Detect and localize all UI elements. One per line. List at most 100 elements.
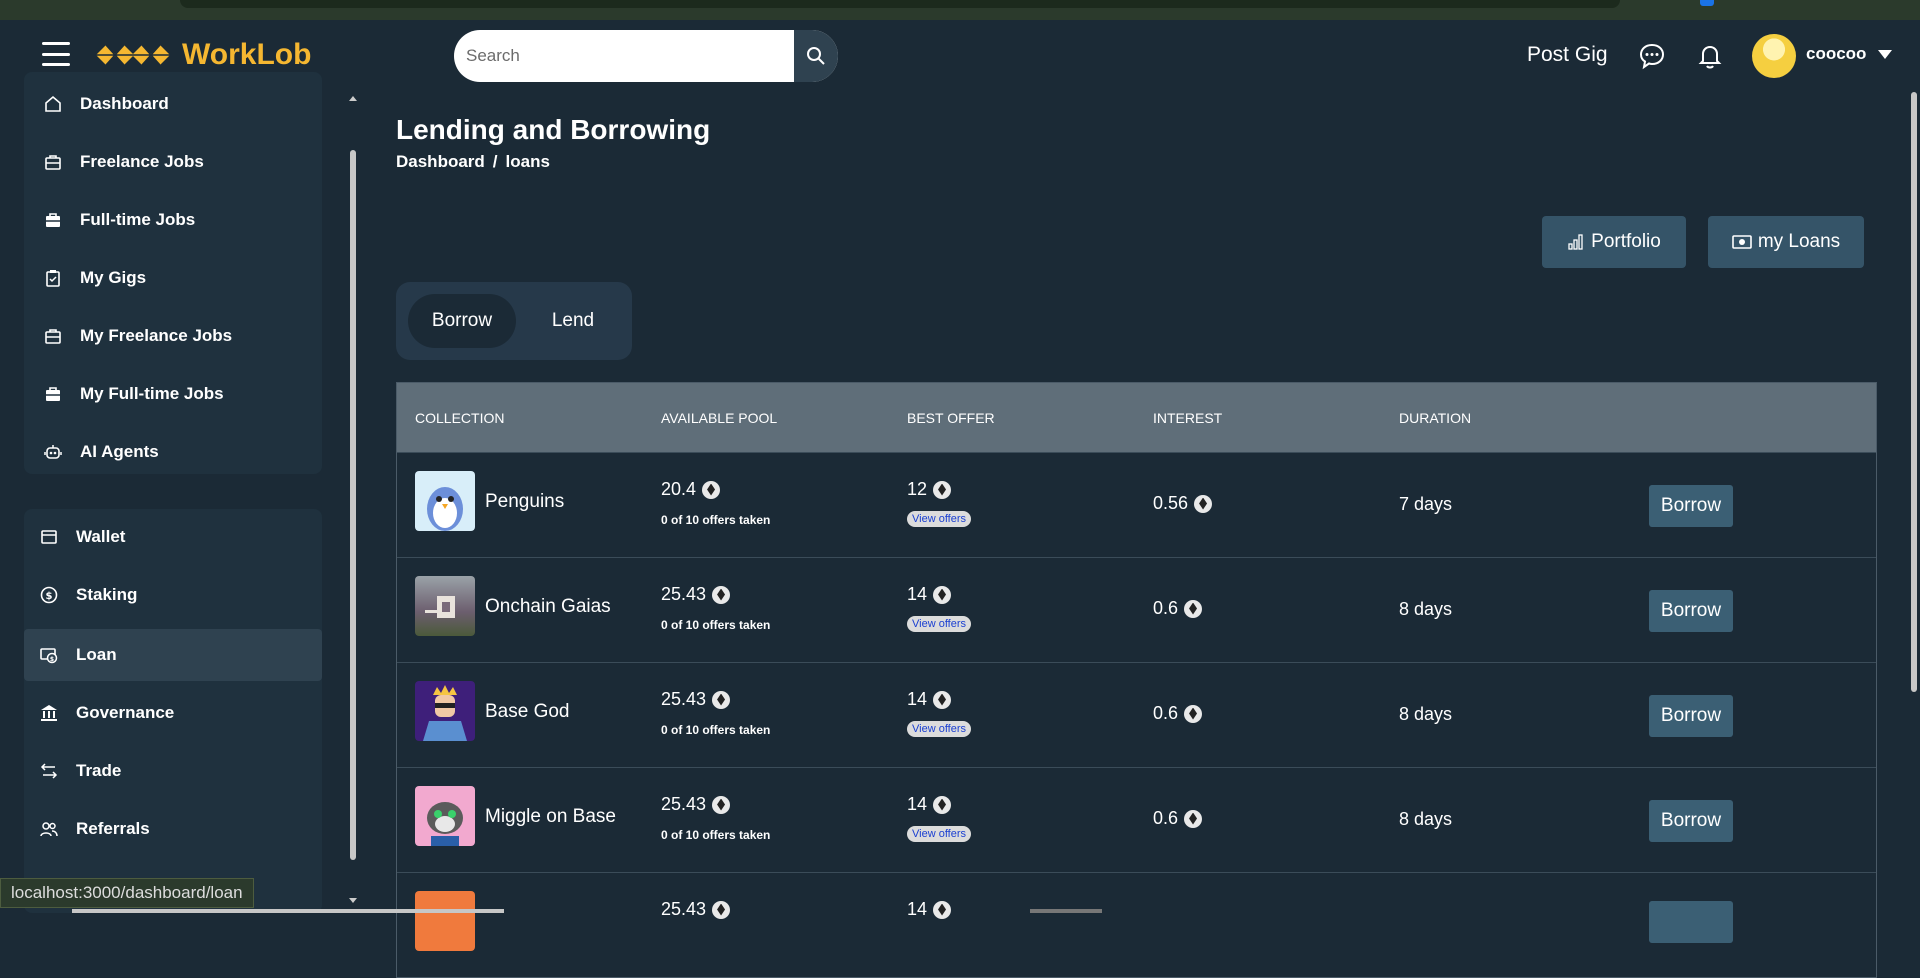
sidebar-item-wallet[interactable]: Wallet [24,513,322,561]
sidebar-item-label: My Full-time Jobs [80,384,224,403]
my-loans-button[interactable]: my Loans [1708,216,1864,268]
breadcrumb-dashboard[interactable]: Dashboard [396,152,485,171]
briefcase-icon [42,151,64,173]
portfolio-button[interactable]: Portfolio [1542,216,1686,268]
sidebar-item-my-gigs[interactable]: My Gigs [24,254,322,302]
table-row: 25.43 14 [397,872,1876,977]
offers-taken: 0 of 10 offers taken [661,513,771,527]
col-header-collection: COLLECTION [415,409,505,426]
swap-icon [38,760,60,782]
eth-icon [712,900,731,919]
chat-icon[interactable] [1638,42,1666,70]
sidebar-item-my-freelance-jobs[interactable]: My Freelance Jobs [24,312,322,360]
post-gig-link[interactable]: Post Gig [1527,43,1608,67]
sidebar-item-label: My Gigs [80,268,147,287]
sidebar-item-staking[interactable]: $ Staking [24,571,322,619]
sidebar-item-dashboard[interactable]: Dashboard [24,80,322,128]
collection-thumbnail [415,891,475,951]
breadcrumb-loans: loans [505,152,550,171]
eth-icon [1184,599,1203,618]
best-offer-value: 14 [907,584,928,604]
collection-name[interactable]: Onchain Gaias [485,596,611,618]
view-offers-button[interactable]: View offers [907,616,972,632]
user-menu-chevron-down-icon[interactable] [1878,50,1892,59]
page-scrollbar[interactable] [1908,92,1920,913]
briefcase-filled-icon [42,209,64,231]
collection-name[interactable]: Base God [485,701,570,723]
borrow-button[interactable]: Borrow [1649,590,1733,632]
view-offers-button[interactable]: View offers [907,826,972,842]
duration: 8 days [1399,599,1453,619]
tab-borrow[interactable]: Borrow [408,294,516,348]
interest: 0.56 [1153,493,1213,514]
sidebar-item-ai-agents[interactable]: AI Agents [24,428,322,476]
table-row: Onchain Gaias 25.43 0 of 10 offers taken… [397,557,1876,662]
sidebar-item-label: Loan [76,645,117,664]
borrow-button[interactable]: Borrow [1649,485,1733,527]
my-loans-button-label: my Loans [1757,231,1841,252]
scroll-down-arrow-icon[interactable] [349,898,357,903]
interest: 0.6 [1153,703,1203,724]
search-input[interactable] [466,30,766,82]
eth-icon [712,585,731,604]
collection-thumbnail [415,786,475,846]
sidebar-item-governance[interactable]: Governance [24,689,322,737]
sidebar: Dashboard Freelance Jobs Full-time Jobs … [0,72,358,913]
best-offer: 14 [907,794,952,815]
eth-icon [933,585,952,604]
best-offer: 12 [907,479,952,500]
brand-name: WorkLob [182,38,312,71]
briefcase-icon [42,325,64,347]
sidebar-item-label: AI Agents [80,442,159,461]
browser-top-strip [0,0,1920,20]
best-offer-value: 12 [907,479,928,499]
interest-value: 0.6 [1153,598,1179,618]
sidebar-item-freelance-jobs[interactable]: Freelance Jobs [24,138,322,186]
wallet-icon [38,526,60,548]
page-title: Lending and Borrowing [396,114,711,145]
eth-icon [933,480,952,499]
col-header-duration: DURATION [1399,409,1472,426]
menu-toggle-button[interactable] [42,42,70,66]
best-offer-value: 14 [907,794,928,814]
logo[interactable]: WorkLob [94,38,311,72]
bell-icon[interactable] [1696,42,1724,70]
sidebar-item-referrals[interactable]: Referrals [24,805,322,853]
sidebar-item-full-time-jobs[interactable]: Full-time Jobs [24,196,322,244]
best-offer: 14 [907,584,952,605]
scroll-up-arrow-icon[interactable] [349,96,357,101]
view-offers-button[interactable]: View offers [907,721,972,737]
eth-icon [712,795,731,814]
page-scroll-thumb[interactable] [1911,92,1917,692]
tab-lend[interactable]: Lend [526,294,620,348]
breadcrumb-separator: / [492,152,498,171]
table-row: Penguins 20.4 0 of 10 offers taken 12 Vi… [397,452,1876,557]
interest-value: 0.6 [1153,808,1179,828]
borrow-button[interactable] [1649,901,1733,943]
clipboard-icon [42,267,64,289]
sidebar-scroll-thumb[interactable] [350,150,356,860]
eth-icon [933,690,952,709]
horizontal-scroll-thumb[interactable] [72,909,504,913]
table-header: COLLECTION AVAILABLE POOL BEST OFFER INT… [397,383,1876,452]
sidebar-item-trade[interactable]: Trade [24,747,322,795]
collection-thumbnail [415,681,475,741]
collection-name[interactable]: Miggle on Base [485,806,616,828]
avatar[interactable] [1752,34,1796,78]
collection-name[interactable]: Penguins [485,491,564,513]
interest: 0.6 [1153,598,1203,619]
pool-value: 25.43 [661,794,707,814]
status-bar-url: localhost:3000/dashboard/loan [0,878,254,908]
borrow-button[interactable]: Borrow [1649,695,1733,737]
pool-value: 25.43 [661,584,707,604]
sidebar-item-loan[interactable]: $ Loan [24,629,322,681]
search-button[interactable] [794,30,838,82]
borrow-button[interactable]: Borrow [1649,800,1733,842]
view-offers-button[interactable]: View offers [907,511,972,527]
sidebar-scrollbar[interactable] [349,92,359,913]
username[interactable]: coocoo [1806,44,1866,64]
svg-text:$: $ [46,591,53,602]
eth-icon [1184,809,1203,828]
sidebar-item-my-full-time-jobs[interactable]: My Full-time Jobs [24,370,322,418]
col-header-available-pool: AVAILABLE POOL [661,409,778,426]
